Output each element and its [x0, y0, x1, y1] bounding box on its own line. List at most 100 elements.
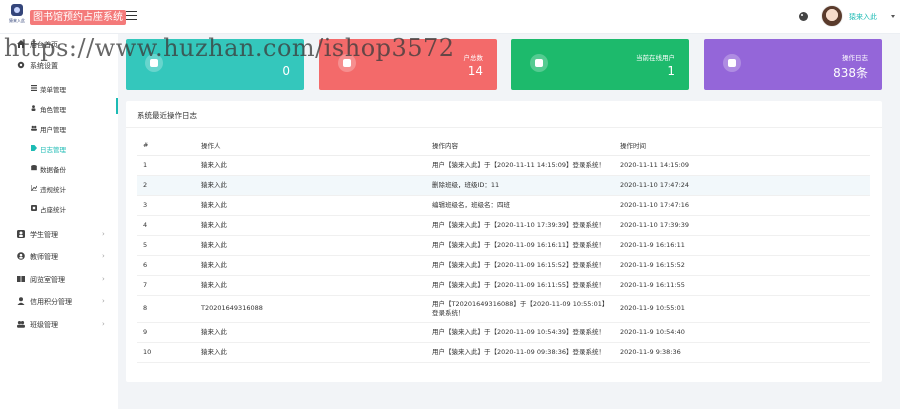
- sidebar: 后台首页 系统设置 菜单管理 角色管理 用户管理 日志管理 数据备份 违规统计 …: [0, 34, 118, 409]
- users-icon: [530, 54, 548, 72]
- user-circle-icon: [17, 252, 25, 260]
- sidebar-item-home[interactable]: 后台首页: [0, 38, 118, 52]
- app-title: 图书馆预约占座系统: [30, 10, 126, 25]
- table-cell: 2020-11-9 16:11:55: [614, 275, 870, 296]
- sidebar-item-label: 菜单管理: [40, 86, 66, 94]
- sidebar-item-label: 违规统计: [40, 186, 66, 194]
- sidebar-item-teacher-management[interactable]: 教师管理 ›: [0, 250, 118, 264]
- tag-icon: [31, 145, 37, 151]
- table-cell: 用户【猿来入此】于【2020-11-09 16:11:55】登录系统！: [426, 275, 614, 296]
- table-row: 8 T20201649316088 用户【T20201649316088】于【202…: [137, 295, 870, 323]
- gear-icon: [17, 61, 25, 69]
- sidebar-item-log-management[interactable]: 日志管理: [0, 142, 118, 156]
- table-cell: 1: [137, 155, 195, 176]
- table-cell: 用户【猿来入此】于【2020-11-11 14:15:09】登录系统！: [426, 155, 614, 176]
- stat-card-online-users[interactable]: 当前在线用户 1: [511, 39, 689, 90]
- table-cell: 10: [137, 342, 195, 363]
- logo-icon: [11, 4, 23, 16]
- stat-card-first[interactable]: 0: [126, 39, 304, 90]
- square-icon: [31, 205, 37, 211]
- sidebar-item-label: 系统设置: [30, 62, 58, 70]
- logo-text: 猿来入此: [9, 18, 25, 23]
- card-value: 14: [467, 64, 483, 78]
- table-cell: 猿来入此: [195, 342, 426, 363]
- sidebar-item-seat-stats[interactable]: 占座统计: [0, 202, 118, 216]
- sidebar-item-label: 学生管理: [30, 231, 58, 239]
- sidebar-item-menu-management[interactable]: 菜单管理: [0, 82, 118, 96]
- table-cell: 猿来入此: [195, 255, 426, 276]
- recent-log-panel: 系统最近操作日志 # 操作人 操作内容 操作时间 1 猿来入此 用户【猿来入此】于【…: [126, 101, 882, 382]
- table-cell: 用户【猿来入此】于【2020-11-09 10:54:39】登录系统！: [426, 322, 614, 343]
- theme-palette-icon[interactable]: [799, 12, 808, 21]
- table-cell: 6: [137, 255, 195, 276]
- table-cell: 编辑班级名，班级名：四班: [426, 195, 614, 216]
- card-value: 1: [667, 64, 675, 78]
- user-icon: [338, 54, 356, 72]
- log-icon: [723, 54, 741, 72]
- sidebar-item-system-settings[interactable]: 系统设置: [0, 59, 118, 73]
- column-header: 操作内容: [426, 135, 614, 156]
- table-cell: 用户【T20201649316088】于【2020-11-09 10:55:01…: [426, 295, 614, 323]
- table-row: 10 猿来入此 用户【猿来入此】于【2020-11-09 09:38:36】登录系统…: [137, 342, 870, 363]
- table-cell: 用户【猿来入此】于【2020-11-09 09:38:36】登录系统！: [426, 342, 614, 363]
- card-value: 838条: [833, 66, 868, 80]
- sidebar-item-role-management[interactable]: 角色管理: [0, 102, 118, 116]
- stat-card-operation-log[interactable]: 操作日志 838条: [704, 39, 882, 90]
- table-cell: 猿来入此: [195, 175, 426, 196]
- sidebar-item-label: 日志管理: [40, 146, 66, 154]
- divider: [126, 127, 882, 128]
- table-row: 3 猿来入此 编辑班级名，班级名：四班 2020-11-10 17:47:16: [137, 195, 870, 216]
- sidebar-item-class-management[interactable]: 班级管理 ›: [0, 318, 118, 332]
- card-value: 0: [282, 64, 290, 78]
- stat-card-user-total[interactable]: 户总数 14: [319, 39, 497, 90]
- sidebar-scroll-indicator: [116, 98, 118, 114]
- sidebar-item-data-backup[interactable]: 数据备份: [0, 162, 118, 176]
- table-cell: 2020-11-9 10:54:40: [614, 322, 870, 343]
- table-cell: 2020-11-10 17:47:24: [614, 175, 870, 196]
- panel-title: 系统最近操作日志: [137, 111, 197, 120]
- table-row: 5 猿来入此 用户【猿来入此】于【2020-11-09 16:16:11】登录系统！…: [137, 235, 870, 256]
- app-logo[interactable]: 猿来入此: [6, 4, 28, 30]
- group-icon: [17, 321, 25, 328]
- table-cell: 用户【猿来入此】于【2020-11-09 16:15:52】登录系统！: [426, 255, 614, 276]
- user-name[interactable]: 猿来入此: [849, 12, 877, 22]
- column-header: #: [137, 135, 195, 156]
- table-header-row: # 操作人 操作内容 操作时间: [137, 135, 870, 156]
- table-cell: 用户【猿来入此】于【2020-11-09 16:16:11】登录系统！: [426, 235, 614, 256]
- table-cell: 2020-11-9 9:38:36: [614, 342, 870, 363]
- table-cell: 2020-11-11 14:15:09: [614, 155, 870, 176]
- chevron-right-icon: ›: [102, 275, 105, 283]
- sidebar-item-label: 数据备份: [40, 166, 66, 174]
- user-icon: [17, 230, 25, 238]
- sidebar-item-credit-management[interactable]: 信用积分管理 ›: [0, 295, 118, 309]
- table-cell: 9: [137, 322, 195, 343]
- table-cell: 4: [137, 215, 195, 236]
- sidebar-item-violation-stats[interactable]: 违规统计: [0, 182, 118, 196]
- table-cell: 猿来入此: [195, 155, 426, 176]
- table-cell: 删除班级，班级ID：11: [426, 175, 614, 196]
- chevron-right-icon: ›: [102, 320, 105, 328]
- sidebar-item-label: 信用积分管理: [30, 298, 72, 306]
- table-cell: 2020-11-10 17:39:39: [614, 215, 870, 236]
- table-row: 7 猿来入此 用户【猿来入此】于【2020-11-09 16:11:55】登录系统！…: [137, 275, 870, 296]
- card-icon: [145, 54, 163, 72]
- sidebar-item-student-management[interactable]: 学生管理 ›: [0, 228, 118, 242]
- list-icon: [31, 85, 37, 91]
- table-cell: 猿来入此: [195, 235, 426, 256]
- table-cell: 8: [137, 295, 195, 323]
- sidebar-item-label: 阅览室管理: [30, 276, 65, 284]
- sidebar-item-user-management[interactable]: 用户管理: [0, 122, 118, 136]
- caret-down-icon[interactable]: [891, 15, 895, 18]
- book-icon: [17, 276, 25, 282]
- card-label: 操作日志: [842, 54, 868, 62]
- log-table: # 操作人 操作内容 操作时间 1 猿来入此 用户【猿来入此】于【2020-11-1…: [137, 135, 870, 363]
- table-cell: 用户【猿来入此】于【2020-11-10 17:39:39】登录系统！: [426, 215, 614, 236]
- table-cell: 2020-11-9 10:55:01: [614, 295, 870, 323]
- user-avatar[interactable]: [821, 5, 843, 27]
- table-row: 2 猿来入此 删除班级，班级ID：11 2020-11-10 17:47:24: [137, 175, 870, 196]
- sidebar-item-reading-room-management[interactable]: 阅览室管理 ›: [0, 273, 118, 287]
- menu-toggle-icon[interactable]: [126, 11, 137, 21]
- table-cell: T20201649316088: [195, 295, 426, 323]
- home-icon: [17, 40, 25, 48]
- chevron-right-icon: ›: [102, 297, 105, 305]
